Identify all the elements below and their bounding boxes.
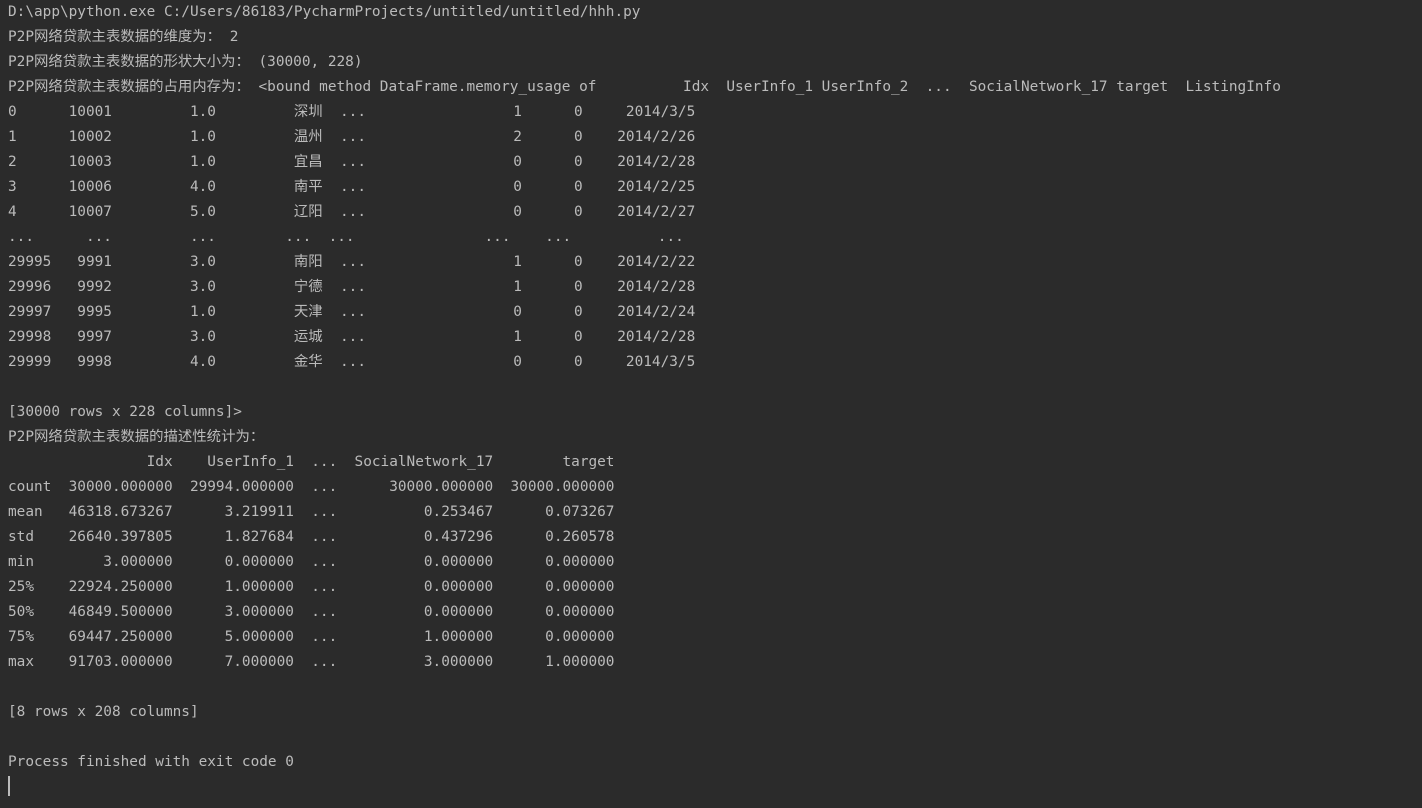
output-line: 29998 9997 3.0 运城 ... 1 0 2014/2/28 xyxy=(8,329,696,345)
output-line: [8 rows x 208 columns] xyxy=(8,704,199,720)
output-line: 4 10007 5.0 辽阳 ... 0 0 2014/2/27 xyxy=(8,204,696,220)
output-line: 2 10003 1.0 宜昌 ... 0 0 2014/2/28 xyxy=(8,154,696,170)
text-cursor xyxy=(8,776,10,796)
run-console-output[interactable]: D:\app\python.exe C:/Users/86183/Pycharm… xyxy=(0,0,1422,808)
output-line: max 91703.000000 7.000000 ... 3.000000 1… xyxy=(8,654,615,670)
output-line: P2P网络贷款主表数据的占用内存为： <bound method DataFra… xyxy=(8,79,1281,95)
output-line: Idx UserInfo_1 ... SocialNetwork_17 targ… xyxy=(8,454,615,470)
exit-status-line: Process finished with exit code 0 xyxy=(8,754,294,770)
output-line: 50% 46849.500000 3.000000 ... 0.000000 0… xyxy=(8,604,615,620)
command-line: D:\app\python.exe C:/Users/86183/Pycharm… xyxy=(8,4,641,20)
output-line: 1 10002 1.0 温州 ... 2 0 2014/2/26 xyxy=(8,129,696,145)
output-line: 25% 22924.250000 1.000000 ... 0.000000 0… xyxy=(8,579,615,595)
output-line: [30000 rows x 228 columns]> xyxy=(8,404,242,420)
output-line: P2P网络贷款主表数据的描述性统计为： xyxy=(8,429,265,445)
output-line: mean 46318.673267 3.219911 ... 0.253467 … xyxy=(8,504,615,520)
output-line: 29996 9992 3.0 宁德 ... 1 0 2014/2/28 xyxy=(8,279,696,295)
output-line: 3 10006 4.0 南平 ... 0 0 2014/2/25 xyxy=(8,179,696,195)
output-line: std 26640.397805 1.827684 ... 0.437296 0… xyxy=(8,529,615,545)
output-line: 29999 9998 4.0 金华 ... 0 0 2014/3/5 xyxy=(8,354,696,370)
output-line: P2P网络贷款主表数据的形状大小为： (30000, 228) xyxy=(8,54,363,70)
output-line: ... ... ... ... ... ... ... ... xyxy=(8,229,684,245)
output-line: P2P网络贷款主表数据的维度为： 2 xyxy=(8,29,239,45)
output-line: min 3.000000 0.000000 ... 0.000000 0.000… xyxy=(8,554,615,570)
output-line: 0 10001 1.0 深圳 ... 1 0 2014/3/5 xyxy=(8,104,696,120)
output-line: count 30000.000000 29994.000000 ... 3000… xyxy=(8,479,615,495)
output-line: 29995 9991 3.0 南阳 ... 1 0 2014/2/22 xyxy=(8,254,696,270)
output-line: 29997 9995 1.0 天津 ... 0 0 2014/2/24 xyxy=(8,304,696,320)
output-line: 75% 69447.250000 5.000000 ... 1.000000 0… xyxy=(8,629,615,645)
